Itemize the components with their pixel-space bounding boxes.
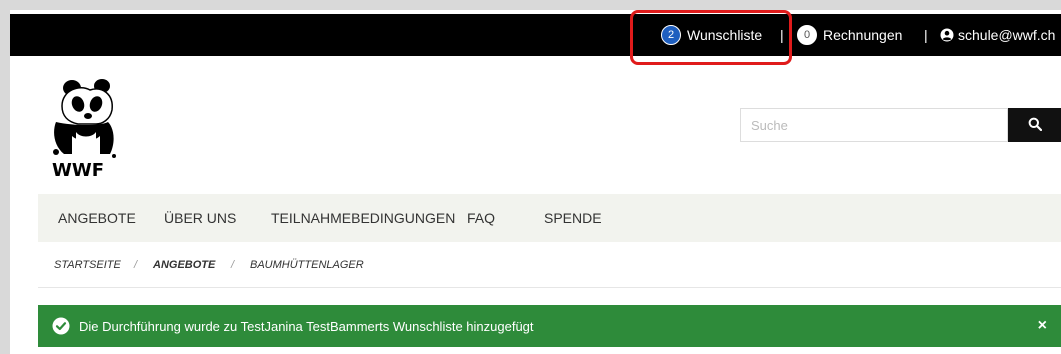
alert-message: Die Durchführung wurde zu TestJanina Tes… <box>79 318 534 334</box>
nav-item-angebote[interactable]: ANGEBOTE <box>58 194 136 242</box>
breadcrumb-separator: / <box>231 259 235 271</box>
search-button[interactable] <box>1008 108 1061 142</box>
breadcrumb-item-current: BAUMHÜTTENLAGER <box>250 259 364 271</box>
nav-item-spende[interactable]: SPENDE <box>544 194 602 242</box>
top-bar: 2 Wunschliste | 0 Rechnungen | schule@ww… <box>10 14 1061 56</box>
invoices-label: Rechnungen <box>823 27 903 43</box>
close-icon[interactable]: × <box>1038 305 1047 347</box>
search-input[interactable] <box>740 108 1008 142</box>
search-icon <box>1028 117 1042 134</box>
wwf-logo-text: WWF <box>52 160 105 181</box>
invoices-link[interactable]: 0 Rechnungen <box>797 14 902 56</box>
nav-item-faq[interactable]: FAQ <box>467 194 495 242</box>
check-circle-icon <box>52 317 70 335</box>
user-email: schule@wwf.ch <box>958 27 1056 43</box>
user-circle-icon <box>940 28 954 42</box>
breadcrumb-item-angebote[interactable]: ANGEBOTE <box>153 242 215 288</box>
nav-item-teilnahmebedingungen[interactable]: TEILNAHMEBEDINGUNGEN <box>271 194 455 242</box>
page-frame: 2 Wunschliste | 0 Rechnungen | schule@ww… <box>10 10 1061 354</box>
breadcrumb-item-startseite[interactable]: STARTSEITE <box>54 242 121 288</box>
invoices-count-badge: 0 <box>797 25 817 45</box>
user-account-link[interactable]: schule@wwf.ch <box>940 14 1055 56</box>
breadcrumb-separator: / <box>134 259 138 271</box>
nav-item-ueber-uns[interactable]: ÜBER UNS <box>164 194 236 242</box>
topbar-separator: | <box>924 27 928 43</box>
main-nav: ANGEBOTE ÜBER UNS TEILNAHMEBEDINGUNGEN F… <box>38 194 1061 242</box>
success-alert: Die Durchführung wurde zu TestJanina Tes… <box>38 305 1061 347</box>
wishlist-highlight-box <box>630 10 792 65</box>
breadcrumb: STARTSEITE / ANGEBOTE / BAUMHÜTTENLAGER <box>38 242 1061 288</box>
